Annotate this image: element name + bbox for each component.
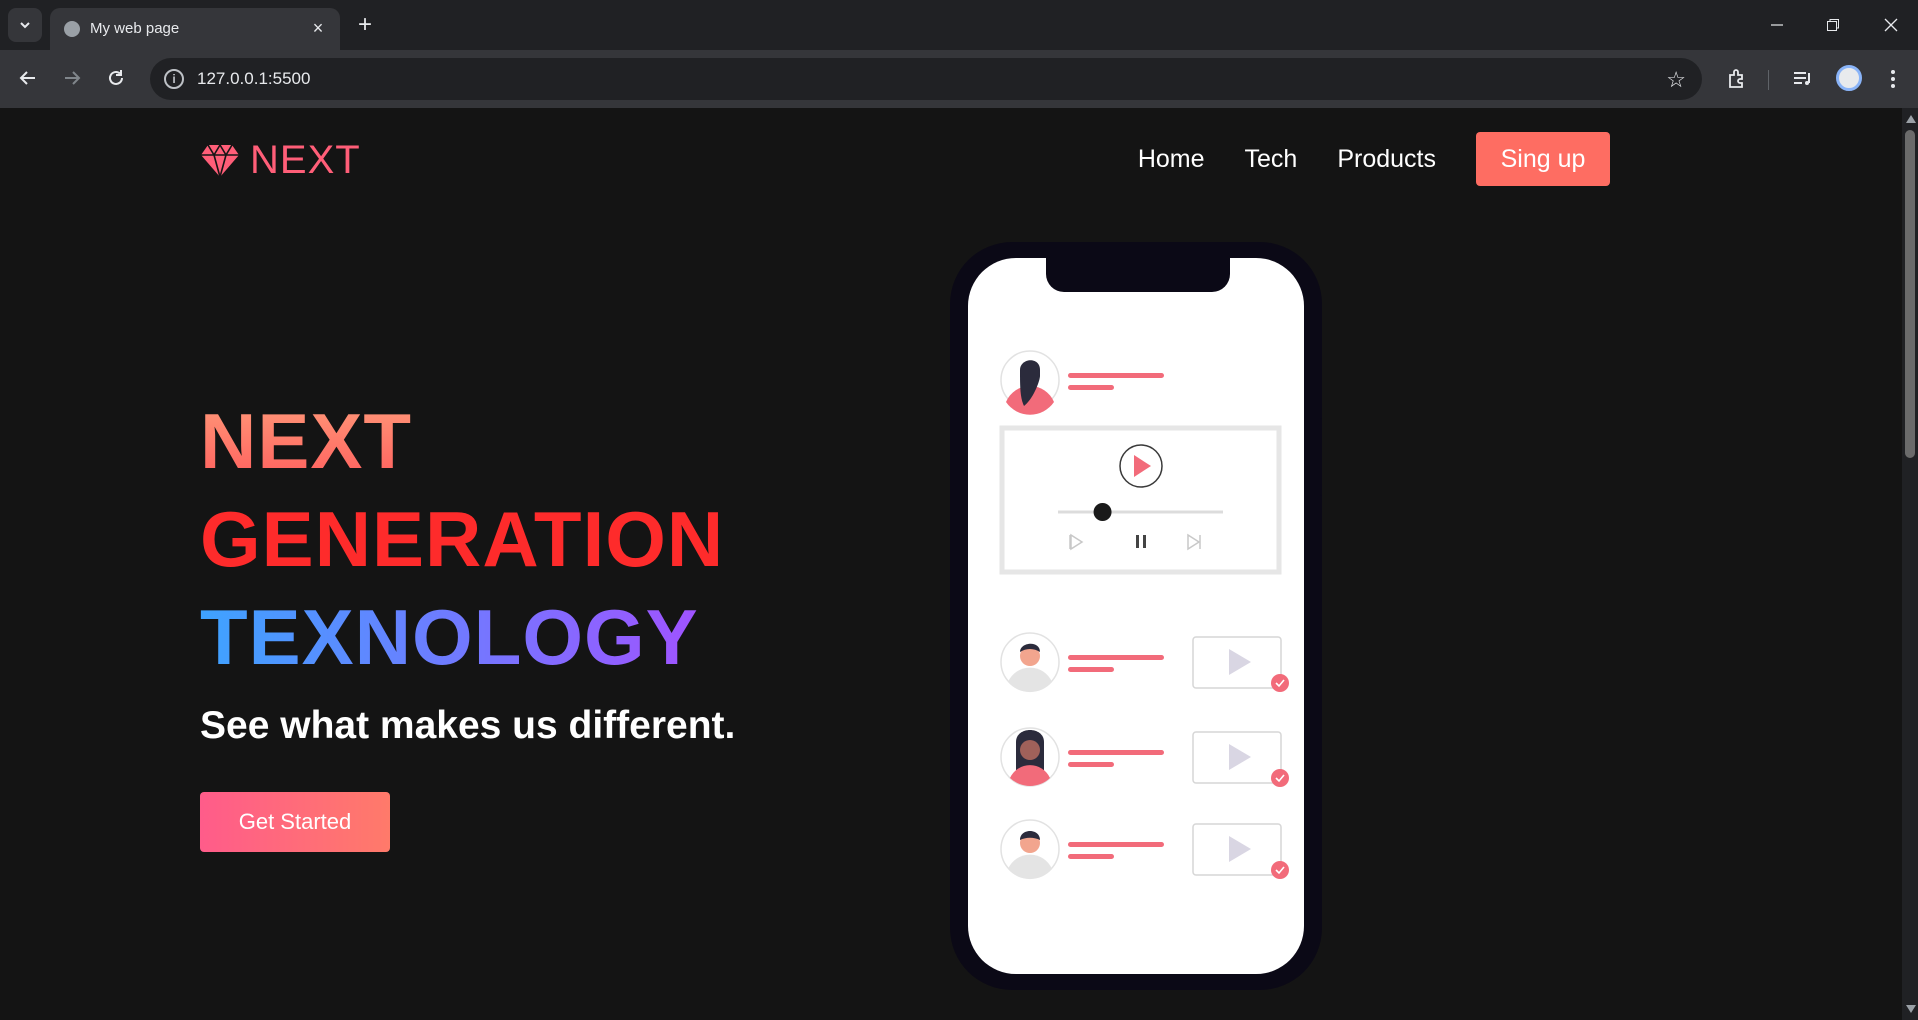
scroll-up-icon[interactable] [1906,115,1916,123]
media-queue-icon[interactable] [1788,64,1818,94]
main-nav: Home Tech Products Sing up [1138,132,1610,186]
web-page: NEXT Home Tech Products Sing up NEXT GEN… [0,108,1900,1020]
diamond-icon [201,142,239,179]
close-tab-icon[interactable]: × [306,16,330,40]
toolbar-divider [1768,70,1769,90]
tab-search-button[interactable] [8,8,42,42]
signup-button[interactable]: Sing up [1476,132,1610,186]
check-icon [1271,674,1289,692]
hero-subtitle: See what makes us different. [200,704,736,747]
browser-tab[interactable]: My web page × [50,8,340,50]
forward-arrow-icon[interactable] [56,62,88,94]
site-logo[interactable]: NEXT [200,138,361,183]
hero-title-line3: TEXNOLOGY [200,593,699,681]
url-text[interactable]: 127.0.0.1:5500 [197,69,310,89]
address-bar[interactable]: i 127.0.0.1:5500 ☆ [150,58,1702,100]
reload-icon[interactable] [100,62,132,94]
logo-text: NEXT [250,138,361,182]
kebab-menu-icon[interactable] [1878,64,1908,94]
restore-icon[interactable] [1818,10,1848,40]
phone-illustration [950,242,1322,990]
hero-title-line1: NEXT [200,397,413,485]
profile-avatar[interactable] [1836,65,1862,91]
star-icon[interactable]: ☆ [1666,67,1686,93]
page-scrollbar[interactable] [1902,108,1918,1020]
nav-home[interactable]: Home [1138,145,1205,174]
globe-icon [64,21,80,37]
nav-products[interactable]: Products [1337,145,1436,174]
extensions-icon[interactable] [1722,64,1752,94]
hero-title-line2: GENERATION [200,495,725,583]
new-tab-button[interactable]: + [352,11,378,38]
nav-tech[interactable]: Tech [1245,145,1298,174]
site-info-icon[interactable]: i [164,69,184,89]
progress-knob [1093,503,1112,521]
back-arrow-icon[interactable] [12,62,44,94]
chevron-down-icon [20,22,30,29]
check-icon [1271,769,1289,787]
scroll-thumb[interactable] [1905,130,1915,458]
media-player-card [999,425,1282,575]
close-window-icon[interactable] [1876,10,1906,40]
minimize-icon[interactable] [1762,10,1792,40]
check-icon [1271,861,1289,879]
user-avatar-icon [1000,350,1060,415]
browser-tab-bar: My web page × + [0,0,1918,50]
get-started-button[interactable]: Get Started [200,792,390,852]
scroll-down-icon[interactable] [1906,1005,1916,1013]
tab-title: My web page [90,20,180,37]
browser-toolbar: i 127.0.0.1:5500 ☆ [0,50,1918,108]
